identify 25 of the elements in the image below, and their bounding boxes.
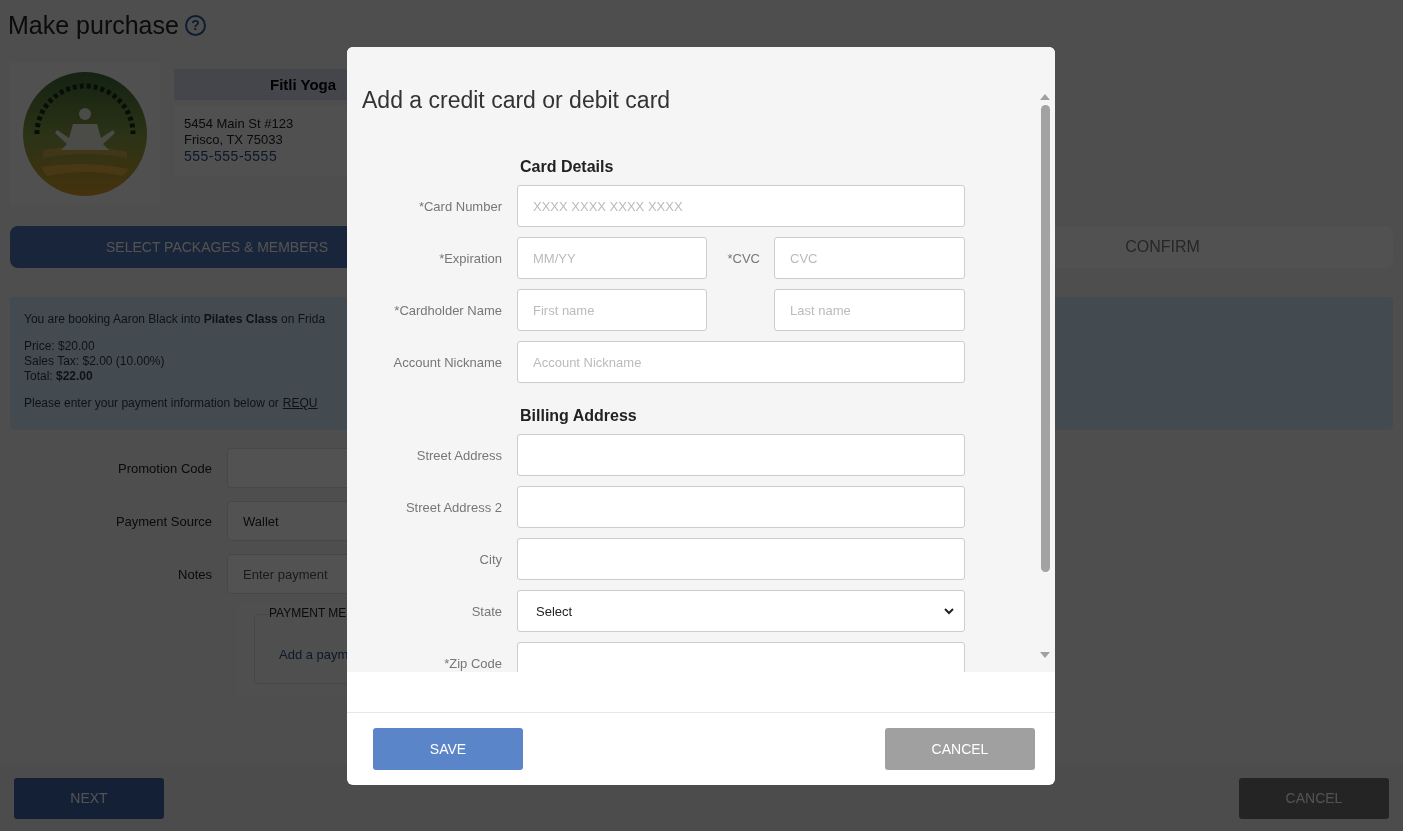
field-label: Account Nickname [392, 354, 502, 370]
studio-name: Fitli Yoga [270, 76, 337, 93]
field-label: Promotion Code [117, 460, 213, 476]
field-label: *Expiration [438, 250, 502, 266]
field-label: *Card Number [417, 198, 502, 214]
field-label: *Zip Code [443, 655, 502, 671]
section-heading: Card Details [520, 157, 615, 177]
field-label: State [470, 603, 502, 619]
section-heading: Billing Address [520, 406, 638, 426]
price-text: Price: $20.00 [24, 339, 95, 354]
page-title: Make purchase [8, 10, 179, 40]
field-label: Notes [177, 566, 213, 582]
field-label: Street Address 2 [404, 499, 502, 515]
field-label: *CVC [727, 250, 760, 266]
modal-title: Add a credit card or debit card [362, 86, 672, 114]
address-line: Frisco, TX 75033 [184, 132, 284, 148]
payment-methods-legend: PAYMENT ME [269, 606, 349, 620]
field-label: Payment Source [114, 513, 213, 529]
address-line: 5454 Main St #123 [184, 116, 295, 132]
total-text: Total: $22.00 [24, 369, 93, 384]
field-label: Street Address [415, 447, 502, 463]
tax-text: Sales Tax: $2.00 (10.00%) [24, 354, 165, 369]
field-label: *Cardholder Name [393, 302, 502, 318]
payment-prompt: Please enter your payment information below or [24, 396, 279, 411]
field-label: City [478, 551, 502, 567]
